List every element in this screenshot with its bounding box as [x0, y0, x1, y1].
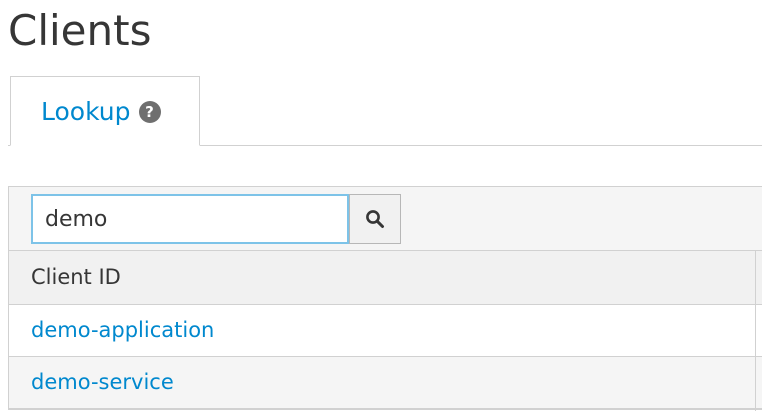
- client-link-demo-application[interactable]: demo-application: [31, 305, 214, 355]
- tab-lookup[interactable]: Lookup ?: [10, 76, 200, 146]
- table-header-row: Client ID: [9, 251, 762, 305]
- search-input[interactable]: [31, 194, 349, 244]
- table-toolbar: [9, 187, 762, 251]
- column-divider: [755, 251, 756, 411]
- table-row: demo-service: [9, 357, 762, 409]
- tab-lookup-label: Lookup: [41, 96, 131, 126]
- column-header-client-id[interactable]: Client ID: [31, 251, 121, 303]
- tabs-bar: Lookup ?: [8, 76, 762, 146]
- page-title: Clients: [8, 6, 152, 55]
- question-circle-icon[interactable]: ?: [138, 100, 161, 123]
- search-icon: [366, 210, 384, 228]
- search-button[interactable]: [349, 194, 401, 244]
- clients-table: Client ID demo-application demo-service: [8, 186, 762, 411]
- client-link-demo-service[interactable]: demo-service: [31, 357, 174, 407]
- table-row: demo-application: [9, 305, 762, 357]
